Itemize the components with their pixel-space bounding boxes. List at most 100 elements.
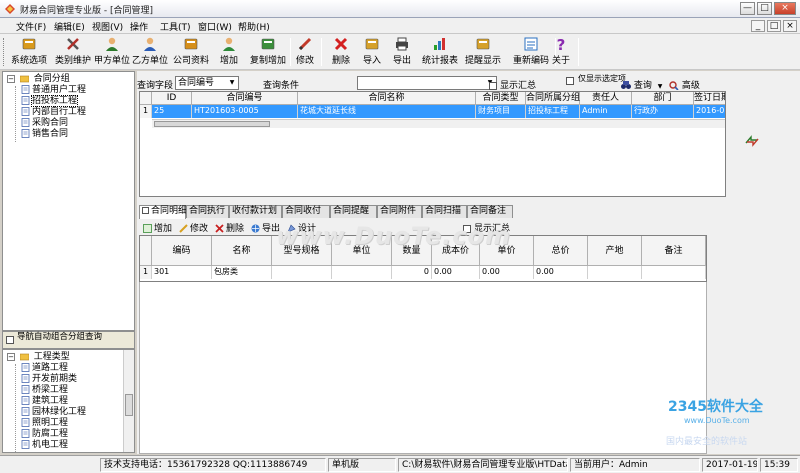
toolbar-grip[interactable] xyxy=(3,38,6,66)
query-bar: 查询字段 合同编号 ▼ 查询条件 ▼ 显示汇总 仅显示选定项 查询 ▼ 高级 xyxy=(137,74,700,92)
collapse-icon[interactable]: − xyxy=(7,74,15,83)
query-field-select[interactable]: 合同编号 ▼ xyxy=(175,76,239,90)
toolbar-button-tools[interactable]: 类别维护 xyxy=(52,36,94,68)
menu-bar: 文件(F) 编辑(E) 视图(V) 操作 工具(T) 窗口(W) 帮助(H) _… xyxy=(0,18,800,34)
toolbar-button-add[interactable]: 增加 xyxy=(213,36,245,68)
minimize-button[interactable]: — xyxy=(740,2,755,15)
menu-window[interactable]: 窗口(W) xyxy=(198,20,232,33)
close-button[interactable]: × xyxy=(774,2,796,15)
tree-root-contract-group[interactable]: − 合同分组 xyxy=(7,74,70,85)
column-header[interactable]: 合同名称 xyxy=(298,92,476,105)
help-question-icon: ? xyxy=(557,36,566,52)
tab-7[interactable]: 合同备注 xyxy=(467,205,513,218)
tree-item[interactable]: 采购合同 xyxy=(21,118,68,129)
tab-checkbox[interactable] xyxy=(142,207,149,214)
table-cell: 包房类 xyxy=(212,266,272,279)
column-header[interactable]: 合同所属分组 xyxy=(526,92,580,105)
column-header[interactable]: 签订日期 xyxy=(694,92,725,105)
detail-edit-button[interactable]: 修改 xyxy=(179,221,208,234)
menu-tools[interactable]: 工具(T) xyxy=(160,20,191,33)
tab-1[interactable]: 合同执行 xyxy=(186,205,229,218)
column-header[interactable]: 名称 xyxy=(212,236,272,266)
table-row[interactable]: 25 HT201603-0005 花城大道延长线 财务项目 招投标工程 Admin 行政办 2… xyxy=(152,105,725,118)
tree-item-label: 照明工程 xyxy=(32,418,69,428)
menu-edit[interactable]: 编辑(E) xyxy=(54,20,85,33)
tree-item[interactable]: 招投标工程 xyxy=(21,95,79,107)
tree-item[interactable]: 园林绿化工程 xyxy=(21,407,86,418)
tree-item[interactable]: 照明工程 xyxy=(21,418,68,429)
tab-5[interactable]: 合同附件 xyxy=(377,205,422,218)
document-icon xyxy=(21,363,30,372)
toolbar-button-export-printer[interactable]: 导出 xyxy=(388,36,416,68)
mdi-minimize-button[interactable]: _ xyxy=(751,20,765,32)
toolbar-button-company[interactable]: 公司资料 xyxy=(170,36,212,68)
tree-item[interactable]: 内部自行工程 xyxy=(21,107,86,118)
restore-button[interactable]: □ xyxy=(757,2,772,15)
toolbar-button-label: 增加 xyxy=(219,56,238,66)
tab-4[interactable]: 合同提醒 xyxy=(330,205,377,218)
refresh-arrows-icon[interactable] xyxy=(745,135,759,147)
toolbar-button-options[interactable]: 系统选项 xyxy=(8,36,50,68)
app-logo-icon xyxy=(5,4,15,14)
query-condition-select[interactable]: ▼ xyxy=(357,76,497,90)
tree-item[interactable]: 防腐工程 xyxy=(21,429,68,440)
column-header[interactable]: 合同编号 xyxy=(192,92,298,105)
column-header[interactable]: ID xyxy=(152,92,192,105)
tree-item[interactable]: 建筑工程 xyxy=(21,396,68,407)
mdi-close-button[interactable]: × xyxy=(783,20,797,32)
status-path: C:\财易软件\财易合同管理专业版\HTData.sys xyxy=(398,458,568,472)
tree-item[interactable]: 销售合同 xyxy=(21,129,68,140)
menu-view[interactable]: 视图(V) xyxy=(92,20,123,33)
collapse-icon[interactable]: − xyxy=(7,352,15,361)
status-date: 2017-01-19 xyxy=(702,458,758,472)
tree-item[interactable]: 桥梁工程 xyxy=(21,385,68,396)
scrollbar-thumb[interactable] xyxy=(154,121,270,127)
nav-auto-group-checkbox[interactable] xyxy=(6,336,14,344)
detail-delete-button[interactable]: 删除 xyxy=(215,221,244,234)
column-header[interactable]: 总价 xyxy=(534,236,588,266)
tab-6[interactable]: 合同扫描 xyxy=(422,205,467,218)
toolbar-button-reminder[interactable]: 提醒显示 xyxy=(462,36,504,68)
tree-item-label: 园林绿化工程 xyxy=(32,407,87,417)
tab-3[interactable]: 合同收付 xyxy=(282,205,330,218)
toolbar-button-edit-pencil[interactable]: 修改 xyxy=(290,36,320,68)
column-header[interactable]: 编码 xyxy=(152,236,212,266)
show-summary-checkbox[interactable]: 显示汇总 xyxy=(489,78,536,91)
column-header[interactable]: 合同类型 xyxy=(476,92,526,105)
tree-item[interactable]: 机电工程 xyxy=(21,440,68,451)
tree-item[interactable]: 普通用户工程 xyxy=(21,85,86,96)
toolbar-button-party-a[interactable]: 甲方单位 xyxy=(92,36,132,68)
column-header[interactable]: 责任人 xyxy=(580,92,632,105)
tree-item[interactable]: 道路工程 xyxy=(21,363,68,374)
detail-add-button[interactable]: 增加 xyxy=(143,221,172,234)
chevron-down-icon[interactable]: ▼ xyxy=(227,78,237,88)
chevron-down-icon[interactable]: ▼ xyxy=(658,83,663,90)
column-header[interactable]: 备注 xyxy=(642,236,706,266)
advanced-query-button[interactable]: 高级 xyxy=(669,78,700,91)
window-title: 财易合同管理专业版 - [合同管理] xyxy=(20,6,153,16)
tab-2[interactable]: 收付款计划 xyxy=(229,205,282,218)
toolbar-button-party-b[interactable]: 乙方单位 xyxy=(130,36,170,68)
query-button[interactable]: 查询 ▼ xyxy=(621,78,662,91)
menu-operation[interactable]: 操作 xyxy=(130,20,148,33)
menu-help[interactable]: 帮助(H) xyxy=(238,20,270,33)
column-header[interactable]: 部门 xyxy=(632,92,694,105)
mdi-restore-button[interactable]: □ xyxy=(767,20,781,32)
toolbar-button-label: 甲方单位 xyxy=(93,56,130,66)
project-tree-scrollbar[interactable] xyxy=(123,350,134,452)
import-icon xyxy=(365,38,379,50)
tab-0[interactable]: 合同明细 xyxy=(139,205,187,219)
toolbar-button-copy-add[interactable]: 复制增加 xyxy=(247,36,289,68)
toolbar-button-import[interactable]: 导入 xyxy=(358,36,386,68)
column-header[interactable]: 产地 xyxy=(588,236,642,266)
contracts-table: ID合同编号合同名称合同类型合同所属分组责任人部门签订日期 1 25HT2016… xyxy=(139,91,726,197)
tree-root-project-type[interactable]: − 工程类型 xyxy=(7,352,70,363)
menu-file[interactable]: 文件(F) xyxy=(16,20,46,33)
toolbar-button-report-chart[interactable]: 统计报表 xyxy=(420,36,460,68)
document-icon xyxy=(21,440,30,449)
toolbar-button-help-question[interactable]: ? 关于 xyxy=(548,36,574,68)
toolbar-button-delete-x[interactable]: 删除 xyxy=(326,36,356,68)
contracts-hscrollbar[interactable] xyxy=(152,119,725,128)
tree-item[interactable]: 开发前期类 xyxy=(21,374,77,385)
scrollbar-thumb[interactable] xyxy=(125,394,133,416)
